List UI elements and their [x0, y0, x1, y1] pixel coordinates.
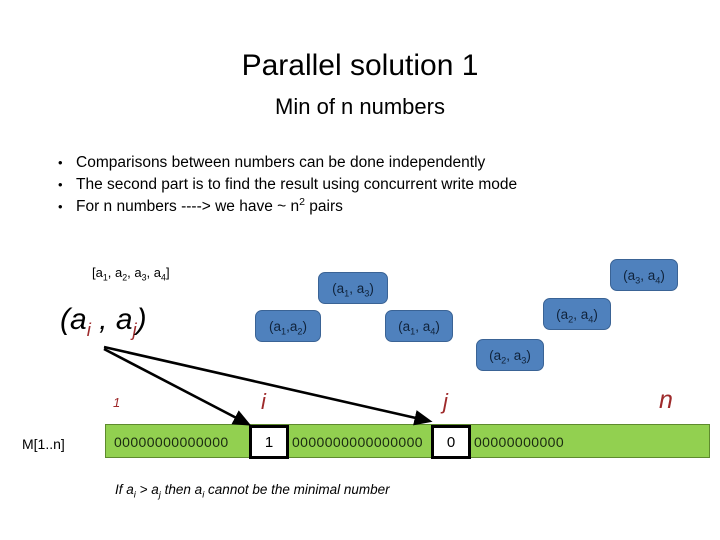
bullet-text: For n numbers ----> we have ~ n2 pairs — [76, 195, 343, 215]
bullet-marker-icon: • — [58, 155, 63, 170]
pair-expr-open: (a — [60, 303, 87, 336]
caption-part-4: cannot be the minimal number — [204, 482, 390, 497]
bullet-marker-icon: • — [58, 199, 63, 214]
index-label-start: 1 — [113, 395, 121, 410]
pair-box-label: (a1, a4) — [398, 318, 440, 337]
array-label: [a1, a2, a3, a4] — [92, 265, 170, 283]
bullet-list: • Comparisons between numbers can be don… — [58, 152, 698, 218]
memory-zeros-right: 00000000000 — [474, 434, 565, 450]
diagram-caption: If ai > aj then ai cannot be the minimal… — [115, 482, 390, 500]
pair-box-label: (a1,a2) — [269, 318, 307, 337]
caption-part-2: > a — [135, 482, 159, 497]
pair-box-a1-a3[interactable]: (a1, a3) — [318, 272, 388, 304]
memory-cell-j-value: 0 — [446, 433, 456, 451]
bullet-text: Comparisons between numbers can be done … — [76, 154, 486, 171]
bullet-text: The second part is to find the result us… — [76, 176, 518, 193]
caption-part-1: If a — [115, 482, 134, 497]
pair-expression: (ai , aj) — [60, 303, 147, 339]
arrow-to-cell-j — [103, 345, 433, 426]
pair-box-a2-a3[interactable]: (a2, a3) — [476, 339, 544, 371]
list-item: • Comparisons between numbers can be don… — [58, 152, 698, 173]
list-item: • The second part is to find the result … — [58, 174, 698, 195]
arrow-to-cell-i — [103, 347, 252, 426]
array-label-text: [a1, a2, a3, a4] — [92, 265, 170, 283]
pair-box-a1-a2[interactable]: (a1,a2) — [255, 310, 321, 342]
index-label-i: i — [261, 389, 266, 414]
slide-canvas: Parallel solution 1 Min of n numbers • C… — [0, 0, 720, 540]
page-subtitle: Min of n numbers — [275, 94, 445, 119]
pair-box-label: (a3, a4) — [623, 267, 665, 286]
memory-cell-i-value: 1 — [264, 433, 274, 451]
pair-box-a2-a4[interactable]: (a2, a4) — [543, 298, 611, 330]
pair-box-label: (a1, a3) — [332, 280, 374, 299]
memory-zeros-left: 00000000000000 — [114, 434, 229, 450]
pair-expr-comma: , a — [90, 303, 133, 336]
list-item: • For n numbers ----> we have ~ n2 pairs — [58, 196, 698, 217]
memory-cell-j[interactable]: 0 — [431, 425, 471, 459]
memory-bar[interactable]: 00000000000000 1 0000000000000000 0 0000… — [105, 424, 710, 459]
memory-array-label: M[1..n] — [22, 436, 65, 452]
memory-cell-i[interactable]: 1 — [249, 425, 289, 459]
page-title: Parallel solution 1 — [241, 49, 479, 82]
index-label-j: j — [443, 389, 448, 414]
pair-box-a3-a4[interactable]: (a3, a4) — [610, 259, 678, 291]
caption-part-3: then a — [160, 482, 203, 497]
pair-box-a1-a4[interactable]: (a1, a4) — [385, 310, 453, 342]
index-label-end: n — [659, 386, 673, 414]
pair-box-label: (a2, a3) — [489, 347, 531, 366]
pair-box-label: (a2, a4) — [556, 306, 598, 325]
bullet-marker-icon: • — [58, 177, 63, 192]
pair-expr-close: ) — [136, 303, 147, 336]
